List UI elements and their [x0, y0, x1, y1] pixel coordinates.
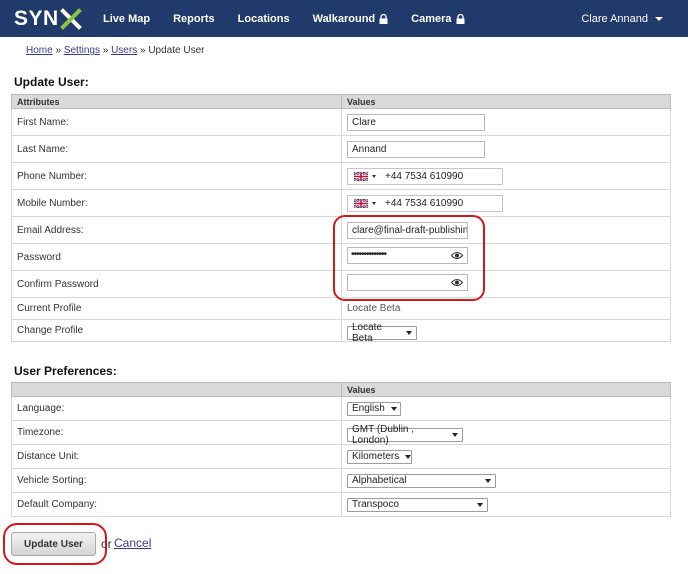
top-navbar: SYN Live Map Reports Locations Walkaroun… — [0, 0, 688, 37]
table-row: Phone Number: +44 7534 610990 — [11, 162, 671, 190]
chevron-down-icon — [405, 454, 412, 459]
breadcrumb-settings[interactable]: Settings — [64, 45, 100, 56]
chevron-down-icon — [477, 502, 483, 507]
chevron-down-icon[interactable] — [372, 174, 376, 178]
current-profile-label: Current Profile — [11, 297, 342, 320]
current-profile-value: Locate Beta — [347, 303, 401, 314]
language-select[interactable]: English — [347, 401, 401, 416]
nav-locations[interactable]: Locations — [238, 13, 290, 25]
main-nav: Live Map Reports Locations Walkaround Ca… — [103, 0, 488, 37]
vehicle-sorting-label: Vehicle Sorting: — [11, 468, 342, 493]
distance-unit-select[interactable]: Kilometers — [347, 449, 412, 464]
email-input[interactable]: clare@final-draft-publishing — [347, 221, 468, 239]
lock-icon — [456, 13, 464, 24]
chevron-down-icon — [655, 16, 663, 21]
chevron-down-icon — [406, 330, 412, 335]
mobile-number-value: +44 7534 610990 — [385, 197, 464, 209]
chevron-down-icon[interactable] — [372, 201, 376, 205]
last-name-label: Last Name: — [11, 135, 342, 163]
nav-camera[interactable]: Camera — [411, 13, 464, 25]
synx-logo[interactable]: SYN — [14, 7, 82, 31]
user-menu[interactable]: Clare Annand — [581, 0, 663, 37]
col-values: Values — [341, 382, 671, 397]
change-profile-label: Change Profile — [11, 319, 342, 342]
user-name: Clare Annand — [581, 12, 648, 25]
table-row: Current Profile Locate Beta — [11, 297, 671, 320]
mobile-number-input[interactable]: +44 7534 610990 — [347, 194, 503, 212]
update-user-table: Attributes Values First Name: Clare Last… — [11, 94, 671, 344]
logo-text: SYN — [14, 7, 59, 30]
confirm-password-input[interactable] — [347, 274, 468, 291]
nav-reports[interactable]: Reports — [173, 13, 215, 25]
update-user-button[interactable]: Update User — [11, 532, 96, 556]
password-label: Password — [11, 243, 342, 271]
timezone-select[interactable]: GMT (Dublin , London) — [347, 424, 463, 446]
table-row: Email Address: clare@final-draft-publish… — [11, 216, 671, 244]
phone-number-value: +44 7534 610990 — [385, 170, 464, 182]
breadcrumb-home[interactable]: Home — [26, 45, 53, 56]
table-row: Vehicle Sorting: Alphabetical — [11, 468, 671, 493]
timezone-label: Timezone: — [11, 420, 342, 445]
table-row: Password •••••••••••••• — [11, 243, 671, 271]
first-name-label: First Name: — [11, 108, 342, 136]
table-header-row: Values — [11, 382, 671, 397]
table-row: Default Company: Transpoco — [11, 492, 671, 517]
phone-number-label: Phone Number: — [11, 162, 342, 190]
table-row: Confirm Password — [11, 270, 671, 298]
chevron-down-icon — [452, 432, 458, 437]
chevron-down-icon — [485, 478, 491, 483]
user-preferences-table: Values Language: English Timezone: GMT (… — [11, 382, 671, 517]
mobile-number-label: Mobile Number: — [11, 189, 342, 217]
last-name-input[interactable]: Annand — [347, 140, 485, 158]
nav-walkaround[interactable]: Walkaround — [313, 13, 389, 25]
table-row: Language: English — [11, 396, 671, 421]
phone-number-input[interactable]: +44 7534 610990 — [347, 167, 503, 185]
table-row: Distance Unit: Kilometers — [11, 444, 671, 469]
cancel-link[interactable]: Cancel — [114, 536, 151, 550]
eye-icon[interactable] — [451, 278, 463, 287]
col-values: Values — [341, 94, 671, 109]
confirm-password-label: Confirm Password — [11, 270, 342, 298]
lock-icon — [379, 13, 388, 24]
update-user-title: Update User: — [14, 75, 89, 89]
change-profile-select[interactable]: Locate Beta — [347, 322, 417, 344]
default-company-select[interactable]: Transpoco — [347, 497, 488, 512]
default-company-label: Default Company: — [11, 492, 342, 517]
user-preferences-title: User Preferences: — [14, 364, 117, 378]
language-label: Language: — [11, 396, 342, 421]
breadcrumb-users[interactable]: Users — [111, 45, 137, 56]
eye-icon[interactable] — [451, 251, 463, 260]
table-header-row: Attributes Values — [11, 94, 671, 109]
uk-flag-icon — [354, 198, 368, 208]
nav-live-map[interactable]: Live Map — [103, 13, 150, 25]
breadcrumb-current: Update User — [148, 45, 205, 56]
password-input[interactable]: •••••••••••••• — [347, 247, 468, 264]
distance-unit-label: Distance Unit: — [11, 444, 342, 469]
table-row: First Name: Clare — [11, 108, 671, 136]
uk-flag-icon — [354, 171, 368, 181]
table-row: Change Profile Locate Beta — [11, 319, 671, 344]
col-attributes: Attributes — [11, 94, 342, 109]
first-name-input[interactable]: Clare — [347, 113, 485, 131]
vehicle-sorting-select[interactable]: Alphabetical — [347, 473, 496, 488]
col-attributes — [11, 382, 342, 397]
logo-x-icon — [59, 8, 82, 30]
email-address-label: Email Address: — [11, 216, 342, 244]
breadcrumb: Home » Settings » Users » Update User — [26, 45, 205, 56]
password-mask: •••••••••••••• — [351, 249, 387, 260]
table-row: Timezone: GMT (Dublin , London) — [11, 420, 671, 446]
or-text: or — [101, 537, 112, 551]
table-row: Mobile Number: +44 7534 610990 — [11, 189, 671, 217]
chevron-down-icon — [390, 406, 397, 411]
table-row: Last Name: Annand — [11, 135, 671, 163]
